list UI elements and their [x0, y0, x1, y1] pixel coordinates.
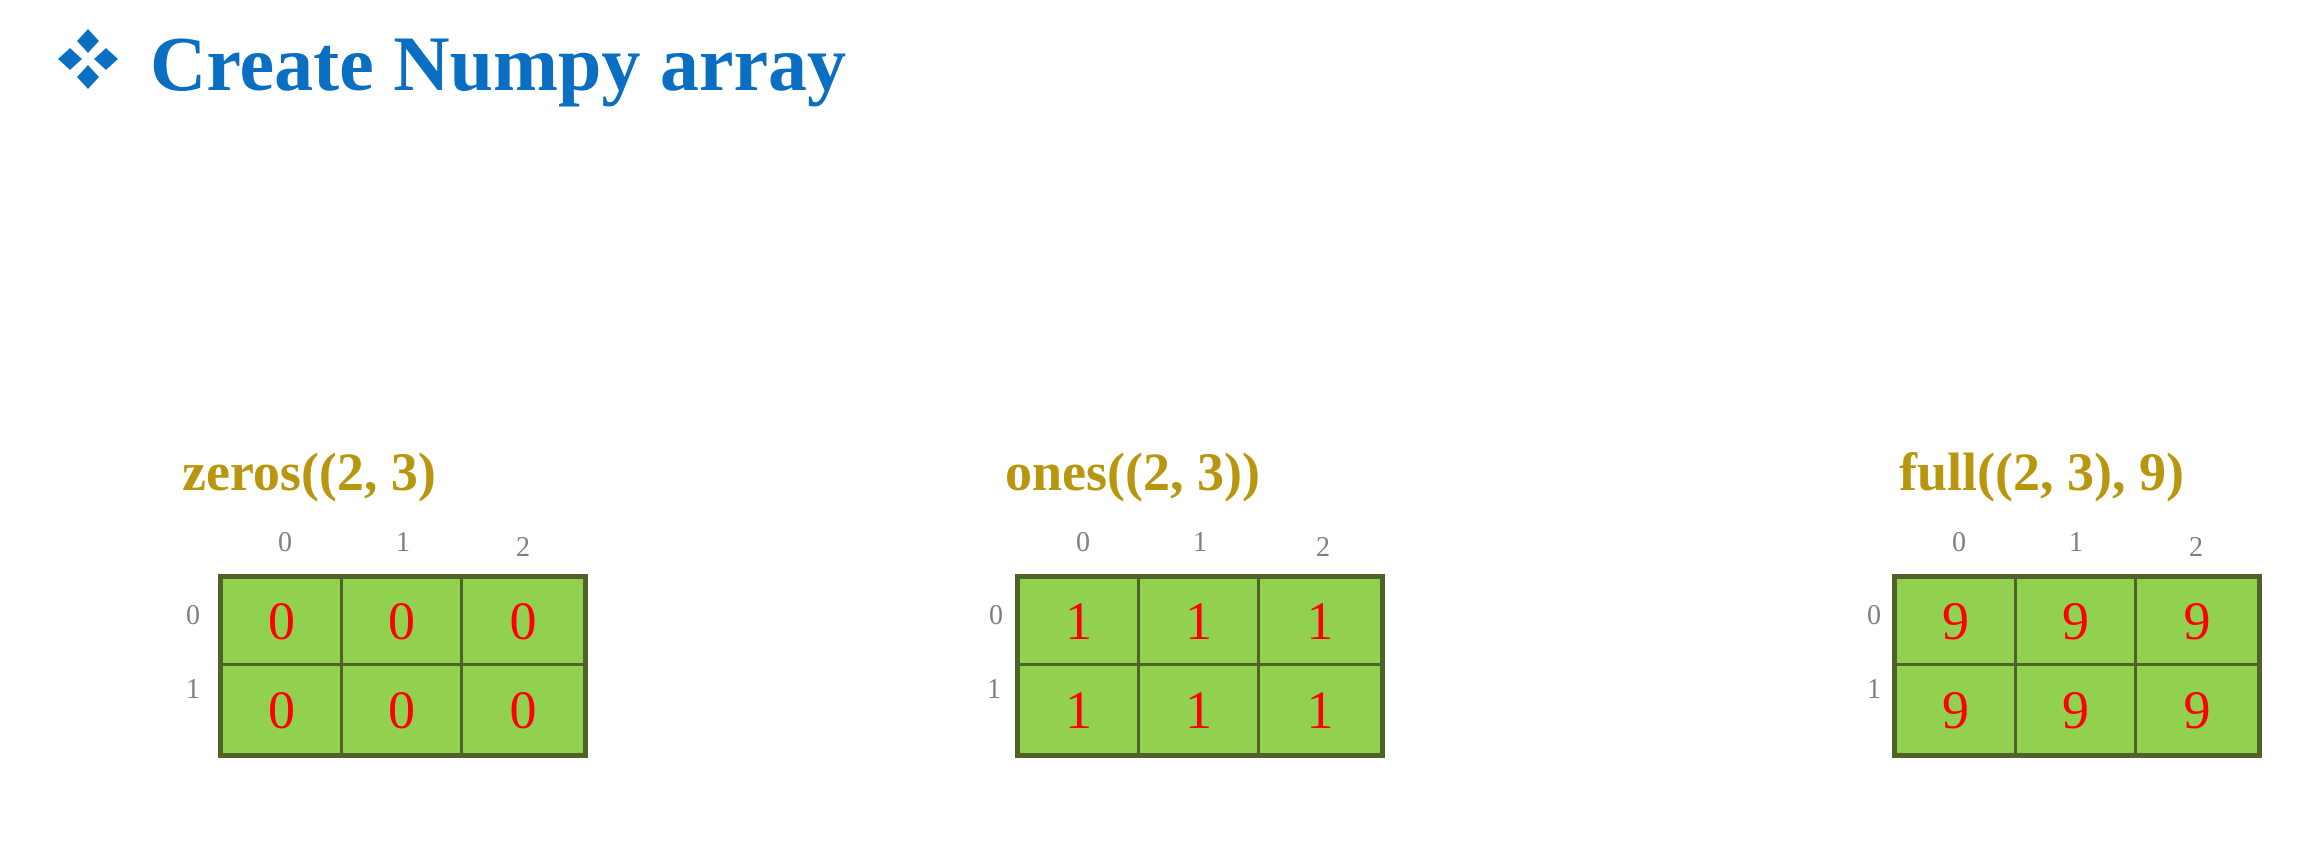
column-index: 0: [1952, 527, 1966, 558]
array-cell: 0: [463, 579, 583, 666]
array-grid: 1 1 1 1 1 1: [1015, 574, 1385, 758]
array-cell: 1: [1020, 666, 1140, 753]
array-grid: 9 9 9 9 9 9: [1892, 574, 2262, 758]
array-cell: 1: [1140, 579, 1260, 666]
array-label: full((2, 3), 9): [1899, 442, 2184, 502]
array-cell: 9: [2017, 579, 2137, 666]
row-index: 1: [1867, 674, 1881, 705]
row-index: 0: [186, 600, 200, 631]
page-title-text: Create Numpy array: [150, 20, 847, 107]
array-cell: 0: [343, 666, 463, 753]
array-cell: 0: [223, 666, 343, 753]
array-cell: 0: [343, 579, 463, 666]
column-index: 2: [1316, 532, 1330, 563]
row-index: 1: [186, 674, 200, 705]
array-label: ones((2, 3)): [1005, 442, 1260, 502]
array-cell: 9: [2137, 579, 2257, 666]
zeros-array-diagram: zeros((2, 3) 0 1 2 0 1 0 0 0 0 0 0: [178, 432, 598, 762]
ones-array-diagram: ones((2, 3)) 0 1 2 0 1 1 1 1 1 1 1: [975, 432, 1395, 762]
array-cell: 0: [223, 579, 343, 666]
column-index: 1: [1193, 527, 1207, 558]
array-label: zeros((2, 3): [182, 442, 436, 502]
column-index: 0: [278, 527, 292, 558]
column-index: 2: [2189, 532, 2203, 563]
column-index: 0: [1076, 527, 1090, 558]
page-title: Create Numpy array: [56, 14, 846, 114]
column-index: 2: [516, 532, 530, 563]
array-cell: 0: [509, 679, 537, 740]
array-cell: 9: [2017, 666, 2137, 753]
array-cell: 9: [2183, 679, 2211, 740]
row-index: 0: [1867, 600, 1881, 631]
full-array-diagram: full((2, 3), 9) 0 1 2 0 1 9 9 9 9 9 9: [1859, 432, 2279, 762]
array-cell: 1: [1260, 579, 1380, 666]
column-index: 1: [396, 527, 410, 558]
array-cell: 1: [1020, 579, 1140, 666]
row-index: 0: [989, 600, 1003, 631]
array-cell: 1: [1306, 679, 1334, 740]
four-diamond-bullet-icon: [58, 29, 118, 89]
array-cell: 9: [1897, 666, 2017, 753]
array-cell: 9: [1897, 579, 2017, 666]
array-grid: 0 0 0 0 0 0: [218, 574, 588, 758]
row-index: 1: [987, 674, 1001, 705]
column-index: 1: [2069, 527, 2083, 558]
array-cell: 1: [1140, 666, 1260, 753]
